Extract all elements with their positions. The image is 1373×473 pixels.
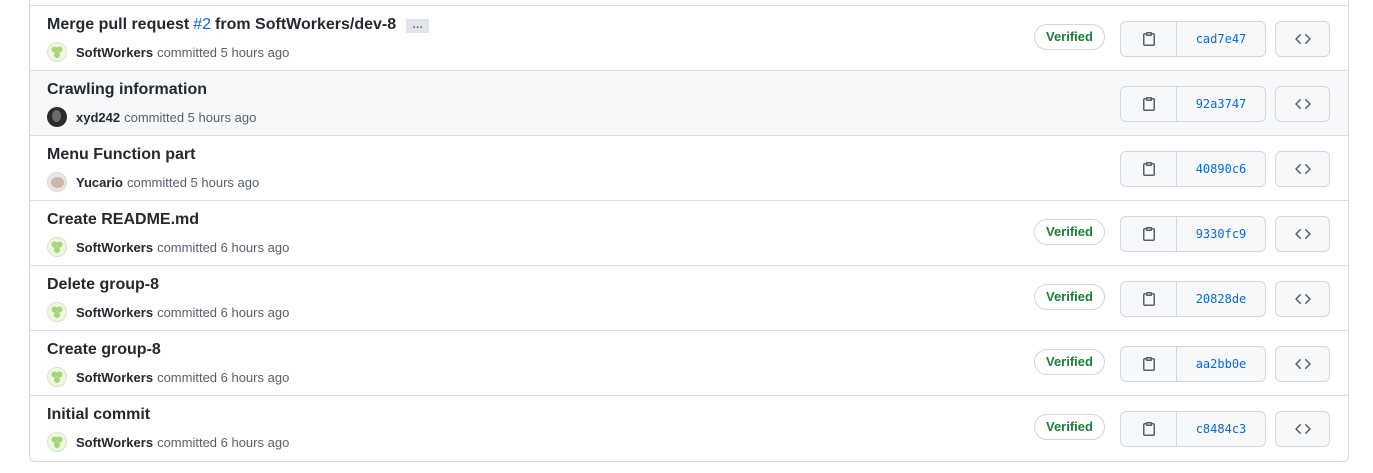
commit-meta: SoftWorkers committed 6 hours ago (47, 302, 289, 322)
copy-sha-button[interactable] (1121, 22, 1177, 56)
commit-time: committed 6 hours ago (157, 239, 290, 255)
verified-badge[interactable]: Verified (1034, 219, 1105, 245)
sha-button-group: aa2bb0e (1120, 346, 1266, 382)
code-icon (1294, 421, 1311, 437)
commit-sha-link[interactable]: c8484c3 (1177, 412, 1265, 446)
expand-message-button[interactable]: … (406, 19, 430, 33)
copy-sha-button[interactable] (1121, 217, 1177, 251)
browse-repo-button[interactable] (1275, 151, 1330, 187)
commit-message[interactable]: Delete group-8 (47, 276, 159, 294)
commit-sha-link[interactable]: aa2bb0e (1177, 347, 1265, 381)
commit-sha-link[interactable]: cad7e47 (1177, 22, 1265, 56)
author-link[interactable]: xyd242 (76, 110, 120, 125)
code-icon (1294, 356, 1311, 372)
verified-badge[interactable]: Verified (1034, 349, 1105, 375)
sha-button-group: 20828de (1120, 281, 1266, 317)
commit-meta: Yucario committed 5 hours ago (47, 172, 259, 192)
commit-sha-link[interactable]: 40890c6 (1177, 152, 1265, 186)
copy-sha-button[interactable] (1121, 87, 1177, 121)
browse-repo-button[interactable] (1275, 281, 1330, 317)
commit-row: Create README.md SoftWorkers committed 6… (30, 200, 1348, 265)
commit-row: Create group-8 SoftWorkers committed 6 h… (30, 330, 1348, 395)
commit-row: Delete group-8 SoftWorkers committed 6 h… (30, 265, 1348, 330)
code-icon (1294, 161, 1311, 177)
commit-meta: xyd242 committed 5 hours ago (47, 107, 256, 127)
commit-message[interactable]: Merge pull request #2 from SoftWorkers/d… (47, 16, 430, 34)
commit-sha-link[interactable]: 92a3747 (1177, 87, 1265, 121)
commit-time: committed 5 hours ago (124, 109, 257, 125)
commit-row: Menu Function part Yucario committed 5 h… (30, 135, 1348, 200)
code-icon (1294, 96, 1311, 112)
verified-badge[interactable]: Verified (1034, 414, 1105, 440)
author-link[interactable]: Yucario (76, 175, 123, 190)
commit-message[interactable]: Create README.md (47, 211, 199, 229)
commit-sha-link[interactable]: 20828de (1177, 282, 1265, 316)
code-icon (1294, 226, 1311, 242)
code-icon (1294, 291, 1311, 307)
commit-meta: SoftWorkers committed 5 hours ago (47, 42, 289, 62)
browse-repo-button[interactable] (1275, 21, 1330, 57)
commit-time: committed 6 hours ago (157, 304, 290, 320)
copy-sha-button[interactable] (1121, 152, 1177, 186)
copy-sha-button[interactable] (1121, 412, 1177, 446)
commit-message[interactable]: Create group-8 (47, 341, 161, 359)
author-link[interactable]: SoftWorkers (76, 370, 153, 385)
commit-row: Initial commit SoftWorkers committed 6 h… (30, 395, 1348, 460)
commit-message[interactable]: Menu Function part (47, 146, 195, 164)
browse-repo-button[interactable] (1275, 216, 1330, 252)
sha-button-group: cad7e47 (1120, 21, 1266, 57)
commit-message[interactable]: Initial commit (47, 406, 150, 424)
clipboard-icon (1141, 356, 1157, 372)
commit-message-text[interactable]: from SoftWorkers/dev-8 (215, 16, 396, 34)
avatar[interactable] (47, 237, 67, 257)
author-link[interactable]: SoftWorkers (76, 240, 153, 255)
avatar[interactable] (47, 42, 67, 62)
commit-row: Merge pull request #2 from SoftWorkers/d… (30, 5, 1348, 70)
avatar[interactable] (47, 367, 67, 387)
clipboard-icon (1141, 31, 1157, 47)
sha-button-group: 9330fc9 (1120, 216, 1266, 252)
copy-sha-button[interactable] (1121, 282, 1177, 316)
avatar[interactable] (47, 302, 67, 322)
commit-message-text[interactable]: Merge pull request (47, 16, 189, 34)
commit-meta: SoftWorkers committed 6 hours ago (47, 432, 289, 452)
author-link[interactable]: SoftWorkers (76, 305, 153, 320)
sha-button-group: 40890c6 (1120, 151, 1266, 187)
commit-time: committed 5 hours ago (157, 44, 290, 60)
commit-meta: SoftWorkers committed 6 hours ago (47, 367, 289, 387)
avatar[interactable] (47, 107, 67, 127)
browse-repo-button[interactable] (1275, 411, 1330, 447)
commit-list: Merge pull request #2 from SoftWorkers/d… (29, 0, 1349, 462)
verified-badge[interactable]: Verified (1034, 24, 1105, 50)
avatar[interactable] (47, 432, 67, 452)
commit-row: Crawling information xyd242 committed 5 … (30, 70, 1348, 135)
commit-time: committed 5 hours ago (126, 174, 260, 190)
sha-button-group: c8484c3 (1120, 411, 1266, 447)
pull-request-link[interactable]: #2 (193, 16, 211, 34)
code-icon (1294, 31, 1311, 47)
commit-time: committed 6 hours ago (157, 434, 290, 450)
copy-sha-button[interactable] (1121, 347, 1177, 381)
verified-badge[interactable]: Verified (1034, 284, 1105, 310)
commit-sha-link[interactable]: 9330fc9 (1177, 217, 1265, 251)
clipboard-icon (1141, 226, 1157, 242)
author-link[interactable]: SoftWorkers (76, 45, 153, 60)
clipboard-icon (1141, 421, 1157, 437)
clipboard-icon (1141, 161, 1157, 177)
clipboard-icon (1141, 96, 1157, 112)
commit-message[interactable]: Crawling information (47, 81, 207, 99)
clipboard-icon (1141, 291, 1157, 307)
sha-button-group: 92a3747 (1120, 86, 1266, 122)
browse-repo-button[interactable] (1275, 346, 1330, 382)
avatar[interactable] (47, 172, 67, 192)
commit-time: committed 6 hours ago (157, 369, 290, 385)
browse-repo-button[interactable] (1275, 86, 1330, 122)
author-link[interactable]: SoftWorkers (76, 435, 153, 450)
commit-meta: SoftWorkers committed 6 hours ago (47, 237, 289, 257)
